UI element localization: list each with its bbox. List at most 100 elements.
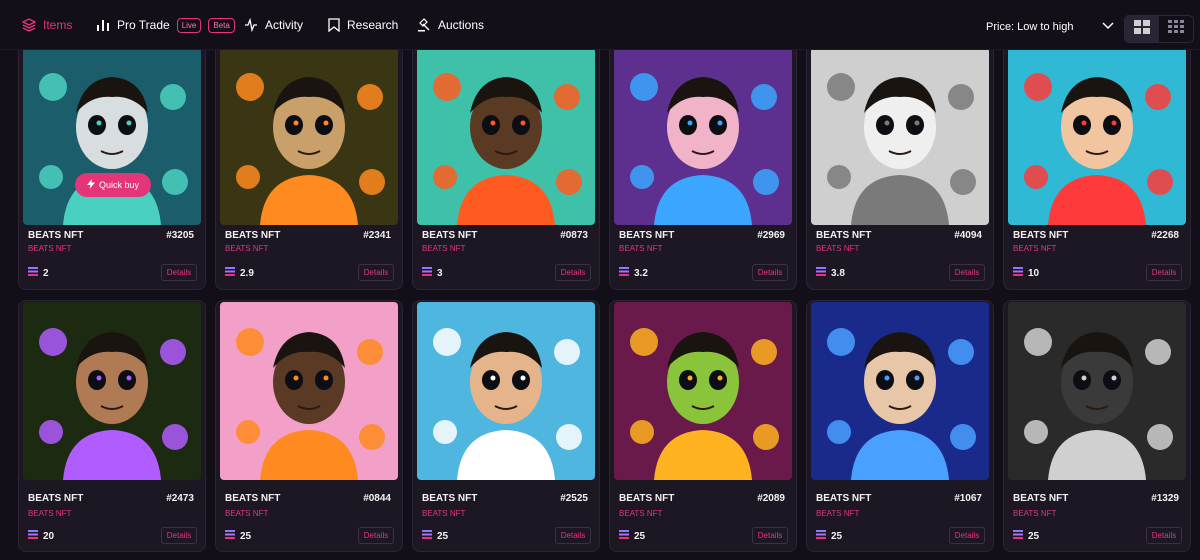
token-number: #3205 [166,230,194,241]
tab-pro-trade[interactable]: Pro Trade Live Beta [96,0,235,50]
collection-name[interactable]: BEATS NFT [422,244,465,253]
collection-name[interactable]: BEATS NFT [816,244,859,253]
price-value: 20 [43,530,55,542]
currency-icon [1013,530,1023,542]
nft-card-0873[interactable]: BEATS NFT #0873 BEATS NFT 3 Details [412,42,600,290]
collection-name[interactable]: BEATS NFT [816,509,859,518]
nft-card-4094[interactable]: BEATS NFT #4094 BEATS NFT 3.8 Details [806,42,994,290]
token-number: #1067 [954,493,982,504]
collection-name[interactable]: BEATS NFT [28,509,71,518]
nft-image[interactable] [811,47,989,225]
collection-name[interactable]: BEATS NFT [28,244,71,253]
lightning-icon [86,179,95,191]
collection-name[interactable]: BEATS NFT [1013,509,1056,518]
currency-icon [1013,267,1023,279]
activity-pulse-icon [244,18,258,32]
card-title: BEATS NFT [28,230,84,241]
card-title: BEATS NFT [1013,493,1069,504]
details-button[interactable]: Details [949,527,985,544]
quick-buy-label: Quick buy [98,180,140,190]
token-number: #4094 [954,230,982,241]
price: 20 [28,530,54,542]
details-button[interactable]: Details [358,264,394,281]
nft-image[interactable] [614,302,792,480]
chevron-down-icon [1102,21,1114,33]
card-title: BEATS NFT [422,230,478,241]
details-button[interactable]: Details [358,527,394,544]
nft-image[interactable] [23,302,201,480]
collection-name[interactable]: BEATS NFT [619,509,662,518]
token-number: #2473 [166,493,194,504]
nft-image[interactable] [1008,47,1186,225]
nft-card-3205[interactable]: BEATS NFT #3205 BEATS NFT 2 Details Quic… [18,42,206,290]
nft-image[interactable] [220,302,398,480]
card-title: BEATS NFT [28,493,84,504]
price: 2.9 [225,267,254,279]
nft-card-1067[interactable]: BEATS NFT #1067 BEATS NFT 25 Details [806,300,994,552]
beta-badge: Beta [208,17,235,33]
nft-image[interactable] [220,47,398,225]
price-value: 3.8 [831,267,845,279]
price-value: 25 [831,530,843,542]
tab-auctions-label: Auctions [438,18,485,32]
details-button[interactable]: Details [1146,527,1182,544]
details-button[interactable]: Details [161,264,197,281]
details-button[interactable]: Details [752,264,788,281]
small-grid-button[interactable] [1159,16,1193,42]
price: 3 [422,267,443,279]
tab-auctions[interactable]: Auctions [417,0,484,50]
price-value: 25 [240,530,252,542]
details-button[interactable]: Details [949,264,985,281]
card-title: BEATS NFT [1013,230,1069,241]
nft-card-0844[interactable]: BEATS NFT #0844 BEATS NFT 25 Details [215,300,403,552]
nft-card-1329[interactable]: BEATS NFT #1329 BEATS NFT 25 Details [1003,300,1191,552]
card-title: BEATS NFT [422,493,478,504]
price-value: 10 [1028,267,1040,279]
price: 25 [816,530,842,542]
nft-image[interactable] [23,47,201,225]
tab-research[interactable]: Research [328,0,398,50]
token-number: #2341 [363,230,391,241]
large-grid-button[interactable] [1125,16,1159,42]
price: 25 [422,530,448,542]
quick-buy-button[interactable]: Quick buy [75,173,151,197]
nft-card-2341[interactable]: BEATS NFT #2341 BEATS NFT 2.9 Details [215,42,403,290]
card-title: BEATS NFT [225,493,281,504]
nft-card-2268[interactable]: BEATS NFT #2268 BEATS NFT 10 Details [1003,42,1191,290]
tab-activity[interactable]: Activity [244,0,303,50]
large-grid-icon [1134,19,1150,39]
nft-card-2525[interactable]: BEATS NFT #2525 BEATS NFT 25 Details [412,300,600,552]
tab-items[interactable]: Items [22,0,72,50]
collection-name[interactable]: BEATS NFT [225,244,268,253]
collection-name[interactable]: BEATS NFT [619,244,662,253]
nft-card-2089[interactable]: BEATS NFT #2089 BEATS NFT 25 Details [609,300,797,552]
details-button[interactable]: Details [161,527,197,544]
details-button[interactable]: Details [555,527,591,544]
token-number: #0873 [560,230,588,241]
token-number: #1329 [1151,493,1179,504]
collection-name[interactable]: BEATS NFT [1013,244,1056,253]
tab-activity-label: Activity [265,18,304,32]
nft-image[interactable] [417,47,595,225]
collection-name[interactable]: BEATS NFT [225,509,268,518]
currency-icon [422,267,432,279]
nft-card-2969[interactable]: BEATS NFT #2969 BEATS NFT 3.2 Details [609,42,797,290]
details-button[interactable]: Details [555,264,591,281]
nft-image[interactable] [417,302,595,480]
tab-pro-trade-label: Pro Trade [117,18,170,32]
sort-value: Price: Low to high [986,21,1074,33]
card-title: BEATS NFT [816,493,872,504]
card-title: BEATS NFT [619,230,675,241]
token-number: #0844 [363,493,391,504]
nft-card-2473[interactable]: BEATS NFT #2473 BEATS NFT 20 Details [18,300,206,552]
nft-image[interactable] [1008,302,1186,480]
nft-image[interactable] [811,302,989,480]
sort-dropdown[interactable]: Price: Low to high [972,12,1122,42]
details-button[interactable]: Details [752,527,788,544]
card-title: BEATS NFT [619,493,675,504]
card-title: BEATS NFT [816,230,872,241]
collection-name[interactable]: BEATS NFT [422,509,465,518]
details-button[interactable]: Details [1146,264,1182,281]
price: 25 [619,530,645,542]
nft-image[interactable] [614,47,792,225]
